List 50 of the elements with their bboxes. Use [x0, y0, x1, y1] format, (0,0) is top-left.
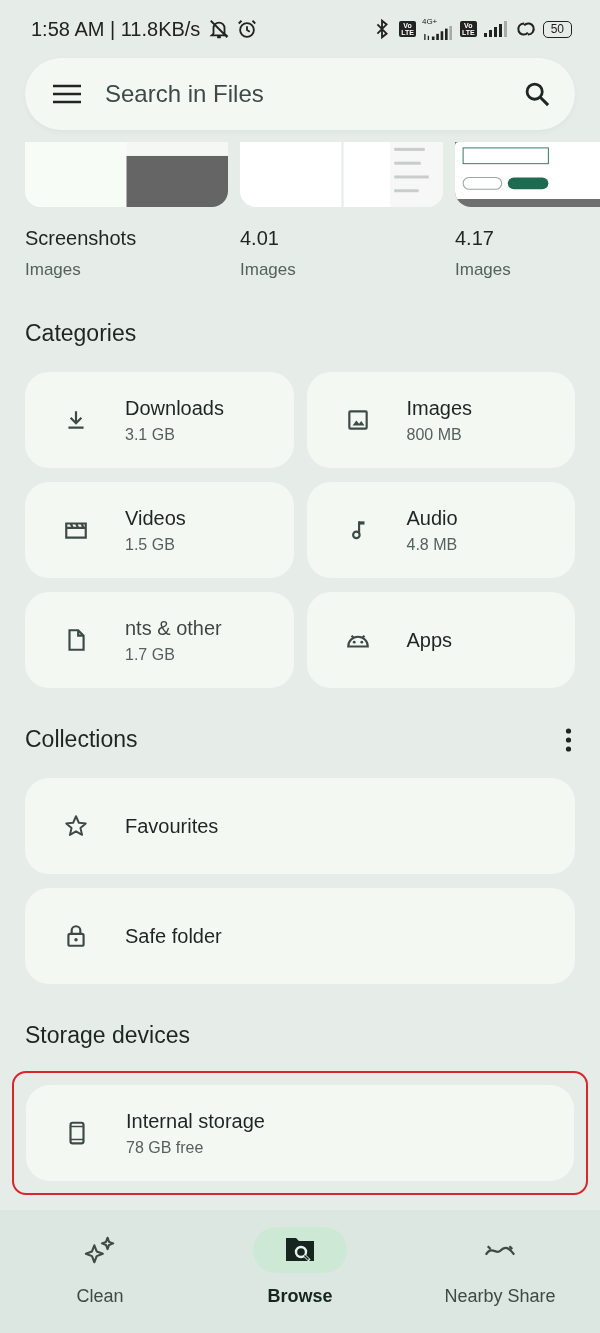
more-icon[interactable]: [565, 727, 572, 752]
alarm-icon: [236, 18, 259, 40]
category-label: Downloads: [125, 396, 224, 420]
category-card[interactable]: nts & other 1.7 GB: [25, 592, 294, 688]
category-label: Apps: [406, 628, 453, 652]
category-card[interactable]: Images 800 MB: [306, 372, 575, 468]
network-type: 4G+: [421, 18, 438, 26]
folder-subtitle: Images: [455, 260, 512, 280]
search-icon[interactable]: [523, 80, 551, 108]
category-size: 800 MB: [406, 425, 463, 444]
status-time: 1:58 AM | 11.8KB/s: [31, 17, 201, 41]
storage-detail: 78 GB free: [126, 1138, 205, 1157]
menu-icon[interactable]: [53, 84, 81, 104]
folder-title[interactable]: 4.17: [455, 227, 600, 250]
category-card[interactable]: Videos 1.5 GB: [25, 482, 294, 578]
category-size: 3.1 GB: [125, 425, 176, 444]
folder-title[interactable]: 4.01: [240, 227, 443, 250]
category-label: Audio: [406, 506, 458, 530]
collection-label: Favourites: [125, 814, 219, 838]
storage-label: Internal storage: [126, 1109, 265, 1133]
battery-indicator: 50: [542, 20, 572, 38]
folder-title[interactable]: Screenshots: [25, 227, 228, 250]
section-heading: Collections: [24, 726, 139, 753]
signal-icon: [421, 26, 454, 40]
category-card[interactable]: Audio 4.8 MB: [306, 482, 575, 578]
search-bar[interactable]: Search in Files: [25, 58, 575, 130]
collection-label: Safe folder: [125, 924, 222, 948]
category-card[interactable]: Downloads 3.1 GB: [25, 372, 294, 468]
nav-tab[interactable]: Browse: [200, 1210, 400, 1333]
search-placeholder[interactable]: Search in Files: [105, 80, 499, 108]
sparkle-icon: [83, 1235, 117, 1265]
category-size: 1.5 GB: [125, 535, 176, 554]
star-icon: [63, 813, 89, 839]
collection-card[interactable]: Favourites: [25, 778, 575, 874]
storage-card[interactable]: Internal storage 78 GB free: [26, 1085, 574, 1181]
signal-icon: [482, 21, 509, 37]
category-size: 4.8 MB: [406, 535, 458, 554]
section-heading: Storage devices: [24, 1022, 191, 1049]
nav-tab[interactable]: Nearby Share: [400, 1210, 600, 1333]
category-label: Videos: [125, 506, 186, 530]
folder-subtitle: Images: [25, 260, 82, 280]
category-card[interactable]: Apps: [306, 592, 575, 688]
category-size: 1.7 GB: [125, 645, 176, 664]
folder-subtitle: Images: [240, 260, 297, 280]
collection-card[interactable]: Safe folder: [25, 888, 575, 984]
category-label: nts & other: [125, 616, 222, 640]
muted-bell-icon: [208, 18, 231, 40]
category-label: Images: [406, 396, 473, 420]
section-heading: Categories: [24, 320, 138, 347]
nav-tab[interactable]: Clean: [0, 1210, 200, 1333]
